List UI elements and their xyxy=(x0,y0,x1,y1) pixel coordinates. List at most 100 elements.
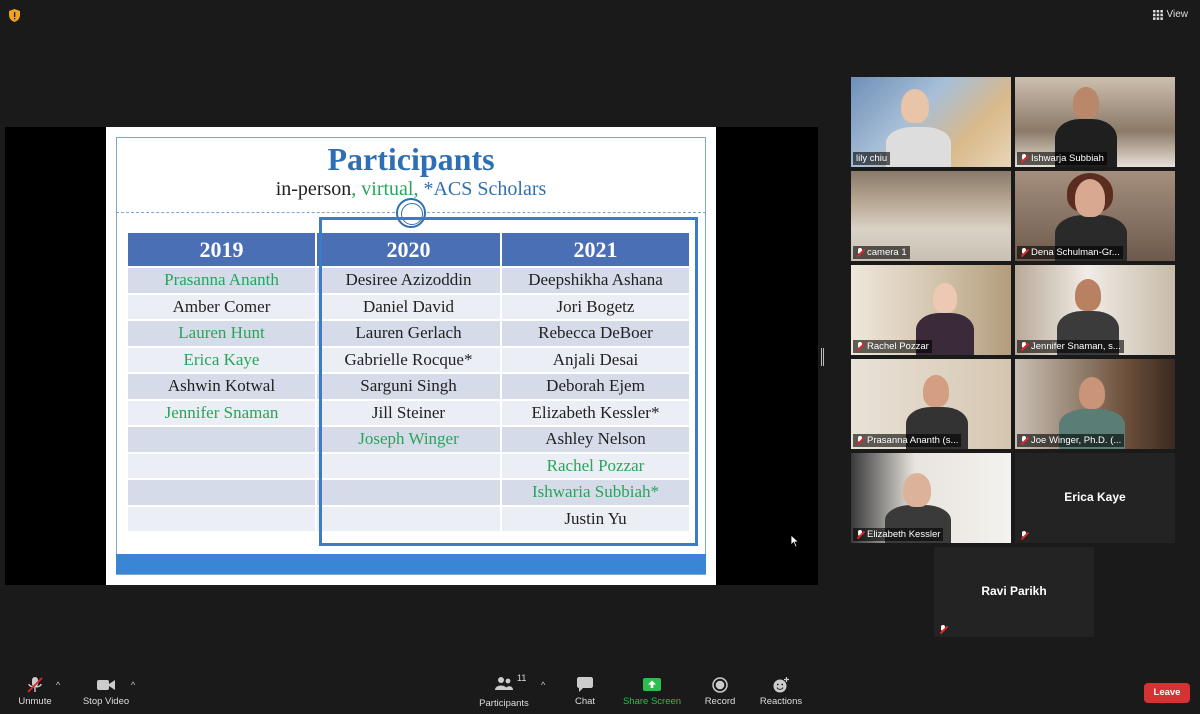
participant-face xyxy=(1075,279,1101,311)
record-icon xyxy=(712,677,728,693)
participant-face xyxy=(1079,377,1105,409)
participants-count: 11 xyxy=(517,672,527,683)
table-cell: Jennifer Snaman xyxy=(128,400,315,425)
unmute-button[interactable]: Unmute xyxy=(14,670,56,714)
reactions-button[interactable]: Reactions xyxy=(758,670,804,714)
participant-name-tag xyxy=(936,624,950,635)
mic-muted-icon xyxy=(939,625,947,634)
participant-name: Rachel Pozzar xyxy=(867,341,929,352)
chat-button[interactable]: Chat xyxy=(568,670,602,714)
participant-name: lily chiu xyxy=(856,153,888,164)
subtitle-in-person: in-person xyxy=(275,178,352,200)
participant-name: Jennifer Snaman, s... xyxy=(1031,341,1121,352)
zoom-window: View Participants in-person, virtual, *A… xyxy=(0,0,1200,714)
participant-body xyxy=(886,127,951,167)
chat-label: Chat xyxy=(574,696,596,707)
participant-tile[interactable]: lily chiu xyxy=(851,77,1011,167)
presentation-slide: Participants in-person, virtual, *ACS Sc… xyxy=(106,127,716,585)
participant-tile[interactable]: camera 1 xyxy=(851,171,1011,261)
table-cell: Amber Comer xyxy=(128,294,315,319)
participant-name-tag: camera 1 xyxy=(853,246,910,259)
participant-display-name: Ravi Parikh xyxy=(981,584,1047,598)
view-button[interactable]: View xyxy=(1152,9,1189,20)
stop-video-button[interactable]: Stop Video xyxy=(82,670,130,714)
table-cell xyxy=(128,480,315,505)
table-cell: Erica Kaye xyxy=(128,347,315,372)
participant-name: camera 1 xyxy=(867,247,907,258)
chat-bubble-icon xyxy=(577,677,593,692)
participant-name: Prasanna Ananth (s... xyxy=(867,435,959,446)
subtitle-sep-1: , xyxy=(351,178,362,200)
participants-label: Participants xyxy=(479,697,529,709)
participant-face xyxy=(903,473,931,507)
resize-handle[interactable] xyxy=(821,348,824,366)
participant-name: Elizabeth Kessler xyxy=(867,529,941,540)
shield-icon[interactable] xyxy=(9,9,20,22)
stop-video-label: Stop Video xyxy=(82,696,130,707)
participant-name: Dena Schulman-Gr... xyxy=(1031,247,1120,258)
participant-face xyxy=(933,283,957,313)
participant-name-tag: Jennifer Snaman, s... xyxy=(1017,340,1124,353)
share-screen-icon xyxy=(643,678,661,691)
participant-face xyxy=(901,89,929,123)
mic-muted-icon xyxy=(856,248,864,257)
participant-tile[interactable]: Ishwarja Subbiah xyxy=(1015,77,1175,167)
mic-muted-icon xyxy=(1020,248,1028,257)
meeting-toolbar: Unmute ^ Stop Video ^ 11 Participants ^ xyxy=(0,670,1200,714)
leave-button[interactable]: Leave xyxy=(1144,683,1190,703)
table-cell xyxy=(128,506,315,531)
mic-muted-icon xyxy=(27,677,43,693)
participant-tile[interactable]: Elizabeth Kessler xyxy=(851,453,1011,543)
mic-muted-icon xyxy=(1020,531,1028,540)
table-cell xyxy=(128,453,315,478)
participant-face xyxy=(1075,179,1105,217)
video-options-caret[interactable]: ^ xyxy=(131,680,135,690)
participant-name-tag: lily chiu xyxy=(853,152,891,165)
participant-name: Ishwarja Subbiah xyxy=(1031,153,1104,164)
participant-display-name: Erica Kaye xyxy=(1064,490,1126,504)
participants-icon xyxy=(495,676,513,690)
participant-name-tag: Dena Schulman-Gr... xyxy=(1017,246,1123,259)
mouse-cursor-icon xyxy=(790,534,800,548)
table-cell: Lauren Hunt xyxy=(128,321,315,346)
participant-tile[interactable]: Jennifer Snaman, s... xyxy=(1015,265,1175,355)
table-cell: Prasanna Ananth xyxy=(128,268,315,293)
participant-name-tag: Ishwarja Subbiah xyxy=(1017,152,1107,165)
participant-tile[interactable]: Joe Winger, Ph.D. (... xyxy=(1015,359,1175,449)
subtitle-acs: *ACS Scholars xyxy=(423,178,547,200)
grid-icon xyxy=(1152,9,1163,20)
emoji-plus-icon xyxy=(773,677,789,693)
mic-muted-icon xyxy=(856,436,864,445)
video-camera-icon xyxy=(97,680,115,690)
mic-muted-icon xyxy=(1020,154,1028,163)
audio-options-caret[interactable]: ^ xyxy=(56,680,60,690)
participant-face xyxy=(923,375,949,407)
participants-options-caret[interactable]: ^ xyxy=(541,680,545,690)
participant-tile[interactable]: Prasanna Ananth (s... xyxy=(851,359,1011,449)
mic-muted-icon xyxy=(1020,342,1028,351)
table-cell: Ashwin Kotwal xyxy=(128,374,315,399)
slide-footer-bar xyxy=(116,554,706,574)
participants-button[interactable]: 11 Participants xyxy=(478,670,530,714)
reactions-label: Reactions xyxy=(759,696,803,707)
table-cell xyxy=(128,427,315,452)
record-label: Record xyxy=(704,696,736,707)
participant-name-tag: Prasanna Ananth (s... xyxy=(853,434,962,447)
participant-tile[interactable]: Erica Kaye xyxy=(1015,453,1175,543)
record-button[interactable]: Record xyxy=(700,670,740,714)
view-label: View xyxy=(1166,9,1189,20)
participant-tile[interactable]: Rachel Pozzar xyxy=(851,265,1011,355)
participant-tile[interactable]: Dena Schulman-Gr... xyxy=(1015,171,1175,261)
participant-tile[interactable]: Ravi Parikh xyxy=(934,547,1094,637)
participant-name-tag: Rachel Pozzar xyxy=(853,340,932,353)
mic-muted-icon xyxy=(856,530,864,539)
column-header: 2019 xyxy=(128,233,315,266)
mic-muted-icon xyxy=(856,342,864,351)
participant-name: Joe Winger, Ph.D. (... xyxy=(1031,435,1122,446)
participant-face xyxy=(1073,87,1099,119)
share-screen-button[interactable]: Share Screen xyxy=(622,670,682,714)
subtitle-virtual: virtual xyxy=(361,178,414,200)
shared-screen[interactable]: Participants in-person, virtual, *ACS Sc… xyxy=(5,127,818,585)
slide-title: Participants xyxy=(327,141,495,177)
subtitle-sep-2: , xyxy=(413,178,424,200)
